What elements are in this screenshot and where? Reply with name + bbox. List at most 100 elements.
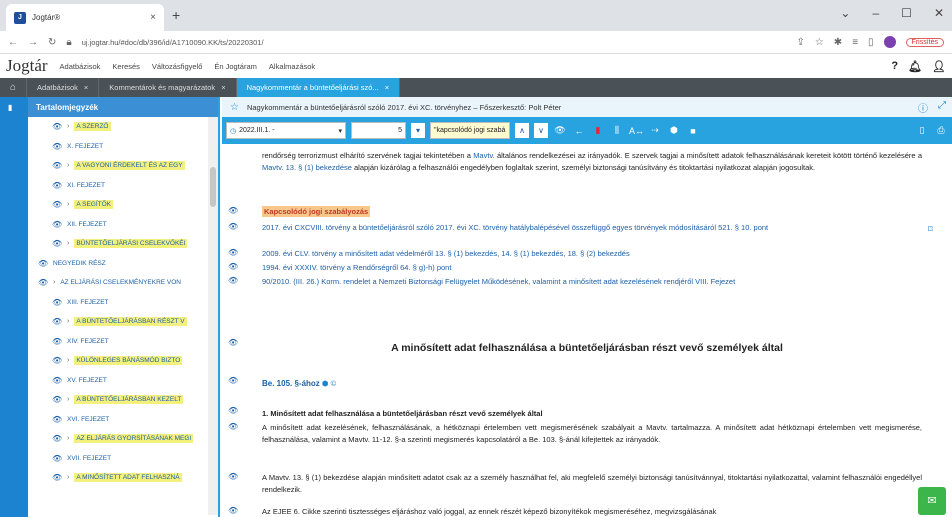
eye-icon[interactable]: 👁︎ bbox=[52, 317, 62, 326]
toc-item[interactable]: 👁︎ XV. FEJEZET bbox=[28, 371, 208, 391]
nav-databases[interactable]: Adatbázisok bbox=[60, 62, 101, 71]
extensions-icon[interactable]: ✱ bbox=[834, 37, 842, 48]
chevron-right-icon[interactable]: › bbox=[67, 474, 69, 481]
chevron-right-icon[interactable]: › bbox=[67, 435, 69, 442]
forward-icon[interactable]: → bbox=[28, 37, 38, 48]
close-icon[interactable]: × bbox=[221, 83, 225, 92]
notification-bell-icon[interactable]: 🔔︎ bbox=[908, 60, 922, 73]
chevron-right-icon[interactable]: › bbox=[67, 318, 69, 325]
chart-icon[interactable]: ⫼ bbox=[610, 125, 624, 136]
nav-search[interactable]: Keresés bbox=[112, 62, 140, 71]
page-number-input[interactable]: 5 bbox=[351, 122, 406, 139]
date-select[interactable]: ◷ 2022.III.1. - ▾ bbox=[226, 122, 346, 139]
eye-icon[interactable]: 👁︎ bbox=[228, 222, 238, 231]
close-tab-icon[interactable]: × bbox=[150, 12, 156, 23]
expand-icon[interactable]: ⤢ bbox=[938, 100, 946, 115]
toc-item[interactable]: 👁︎ › A BÜNTETŐELJÁRÁSBAN RÉSZT V bbox=[28, 312, 208, 332]
eye-icon[interactable]: 👁︎ bbox=[52, 434, 62, 443]
toc-item[interactable]: 👁︎ › AZ ELJÁRÁS GYORSÍTÁSÁNAK MEGI bbox=[28, 429, 208, 449]
chevron-right-icon[interactable]: › bbox=[53, 279, 55, 286]
toc-item[interactable]: 👁︎ › A VAGYONI ÉRDEKELT ÉS AZ EGY bbox=[28, 156, 208, 176]
toc-item[interactable]: 👁︎ › A SEGÍTŐK bbox=[28, 195, 208, 215]
toc-item[interactable]: 👁︎ NEGYEDIK RÉSZ bbox=[28, 254, 208, 274]
info-icon[interactable]: ⓘ bbox=[918, 100, 928, 115]
toc-toggle-icon[interactable]: ▮ bbox=[8, 103, 12, 112]
profile-avatar[interactable] bbox=[883, 36, 896, 48]
save-icon[interactable]: ■ bbox=[686, 126, 700, 136]
chevron-right-icon[interactable]: › bbox=[67, 201, 69, 208]
home-tab[interactable]: ⌂ bbox=[0, 78, 28, 97]
toc-item[interactable]: 👁︎ XII. FEJEZET bbox=[28, 215, 208, 235]
tag-icon[interactable]: ⬢ bbox=[322, 379, 329, 388]
toc-item[interactable]: 👁︎ › A BÜNTETŐELJÁRÁSBAN KEZELT bbox=[28, 390, 208, 410]
eye-icon[interactable]: 👁︎ bbox=[38, 259, 48, 268]
close-icon[interactable]: × bbox=[385, 83, 389, 92]
help-icon[interactable]: ? bbox=[891, 60, 898, 73]
search-down-button[interactable]: ∨ bbox=[534, 123, 548, 138]
eye-icon[interactable]: 👁︎ bbox=[52, 220, 62, 229]
chevron-down-icon[interactable]: ⌄ bbox=[840, 6, 850, 20]
toc-item[interactable]: 👁︎ XVI. FEJEZET bbox=[28, 410, 208, 430]
tab-commentaries[interactable]: Kommentárok és magyarázatok × bbox=[99, 78, 237, 97]
toc-item[interactable]: 👁︎ › A MINŐSÍTETT ADAT FELHASZNÁ bbox=[28, 468, 208, 488]
close-icon[interactable]: × bbox=[84, 83, 88, 92]
reading-list-icon[interactable]: ≡ bbox=[852, 37, 858, 48]
eye-icon[interactable]: 👁︎ bbox=[228, 406, 238, 415]
section-label[interactable]: Be. 105. §-ához bbox=[262, 379, 320, 388]
eye-icon[interactable]: 👁︎ bbox=[52, 337, 62, 346]
arrow-left-icon[interactable]: ← bbox=[572, 126, 586, 136]
chevron-right-icon[interactable]: › bbox=[67, 123, 69, 130]
maximize-icon[interactable]: ☐ bbox=[901, 6, 912, 20]
toc-item[interactable]: 👁︎ XI. FEJEZET bbox=[28, 176, 208, 196]
eye-icon[interactable]: 👁︎ bbox=[52, 454, 62, 463]
toc-item[interactable]: 👁︎ › BÜNTETŐELJÁRÁSI CSELEKVŐKÉI bbox=[28, 234, 208, 254]
eye-icon[interactable]: 👁︎ bbox=[52, 161, 62, 170]
eye-icon[interactable]: 👁︎ bbox=[228, 376, 238, 385]
chevron-right-icon[interactable]: › bbox=[67, 357, 69, 364]
share-icon[interactable]: ⇢ bbox=[648, 125, 662, 136]
star-icon[interactable]: ☆ bbox=[230, 102, 239, 113]
bookmark-icon[interactable]: ⌑ bbox=[928, 224, 933, 235]
url-input[interactable]: uj.jogtar.hu/#doc/db/396/id/A1710090.KK/… bbox=[82, 38, 787, 47]
toc-scroll-thumb[interactable] bbox=[210, 167, 216, 207]
toc-item[interactable]: 👁︎ › AZ ELJÁRÁSI CSELEKMÉNYEKRE VON bbox=[28, 273, 208, 293]
print-icon[interactable]: ⎙ bbox=[934, 125, 948, 136]
toc-item[interactable]: 👁︎ XVII. FEJEZET bbox=[28, 449, 208, 469]
tag-icon[interactable]: ⬢ bbox=[667, 125, 681, 136]
bookmark-red-icon[interactable]: ▮ bbox=[591, 125, 605, 136]
sidebar-icon[interactable]: ▯ bbox=[868, 37, 874, 48]
eye-icon[interactable]: 👁︎ bbox=[228, 206, 238, 215]
search-up-button[interactable]: ∧ bbox=[515, 123, 529, 138]
chevron-right-icon[interactable]: › bbox=[67, 162, 69, 169]
eye-icon[interactable]: 👁︎ bbox=[228, 262, 238, 271]
nav-applications[interactable]: Alkalmazások bbox=[269, 62, 315, 71]
eye-icon[interactable]: 👁︎ bbox=[38, 278, 48, 287]
nav-change-monitor[interactable]: Változásfigyelő bbox=[152, 62, 202, 71]
eye-icon[interactable]: 👁︎ bbox=[52, 415, 62, 424]
eye-icon[interactable]: 👁︎ bbox=[52, 200, 62, 209]
eye-icon[interactable]: 👁︎ bbox=[52, 298, 62, 307]
toc-item[interactable]: 👁︎ XIII. FEJEZET bbox=[28, 293, 208, 313]
copyright-icon[interactable]: © bbox=[331, 379, 337, 388]
eye-icon[interactable]: 👁︎ bbox=[52, 376, 62, 385]
eye-icon[interactable]: 👁︎ bbox=[52, 239, 62, 248]
law-link[interactable]: Mavtv. bbox=[473, 151, 495, 160]
eye-icon[interactable]: 👁︎ bbox=[228, 506, 238, 515]
browser-tab[interactable]: J Jogtár® × bbox=[6, 4, 164, 31]
eye-icon[interactable]: 👁︎ bbox=[228, 422, 238, 431]
related-law-link[interactable]: 1994. évi XXXIV. törvény a Rendőrségről … bbox=[262, 262, 922, 274]
star-icon[interactable]: ☆ bbox=[815, 37, 824, 48]
eye-icon[interactable]: 👁︎ bbox=[52, 395, 62, 404]
eye-icon[interactable]: 👁︎ bbox=[553, 125, 567, 136]
eye-icon[interactable]: 👁︎ bbox=[228, 248, 238, 257]
related-law-link[interactable]: 2009. évi CLV. törvény a minősített adat… bbox=[262, 248, 922, 260]
chevron-right-icon[interactable]: › bbox=[67, 240, 69, 247]
dropdown-button[interactable]: ▾ bbox=[411, 123, 425, 138]
eye-icon[interactable]: 👁︎ bbox=[52, 122, 62, 131]
search-input[interactable]: "kapcsolódó jogi szabá bbox=[430, 122, 510, 139]
related-law-link[interactable]: 90/2010. (III. 26.) Korm. rendelet a Nem… bbox=[262, 276, 922, 288]
close-window-icon[interactable]: ✕ bbox=[934, 6, 944, 20]
new-tab-button[interactable]: + bbox=[172, 7, 180, 23]
law-link[interactable]: Mavtv. 13. § (1) bekezdése bbox=[262, 163, 352, 172]
toc-item[interactable]: 👁︎ XIV. FEJEZET bbox=[28, 332, 208, 352]
